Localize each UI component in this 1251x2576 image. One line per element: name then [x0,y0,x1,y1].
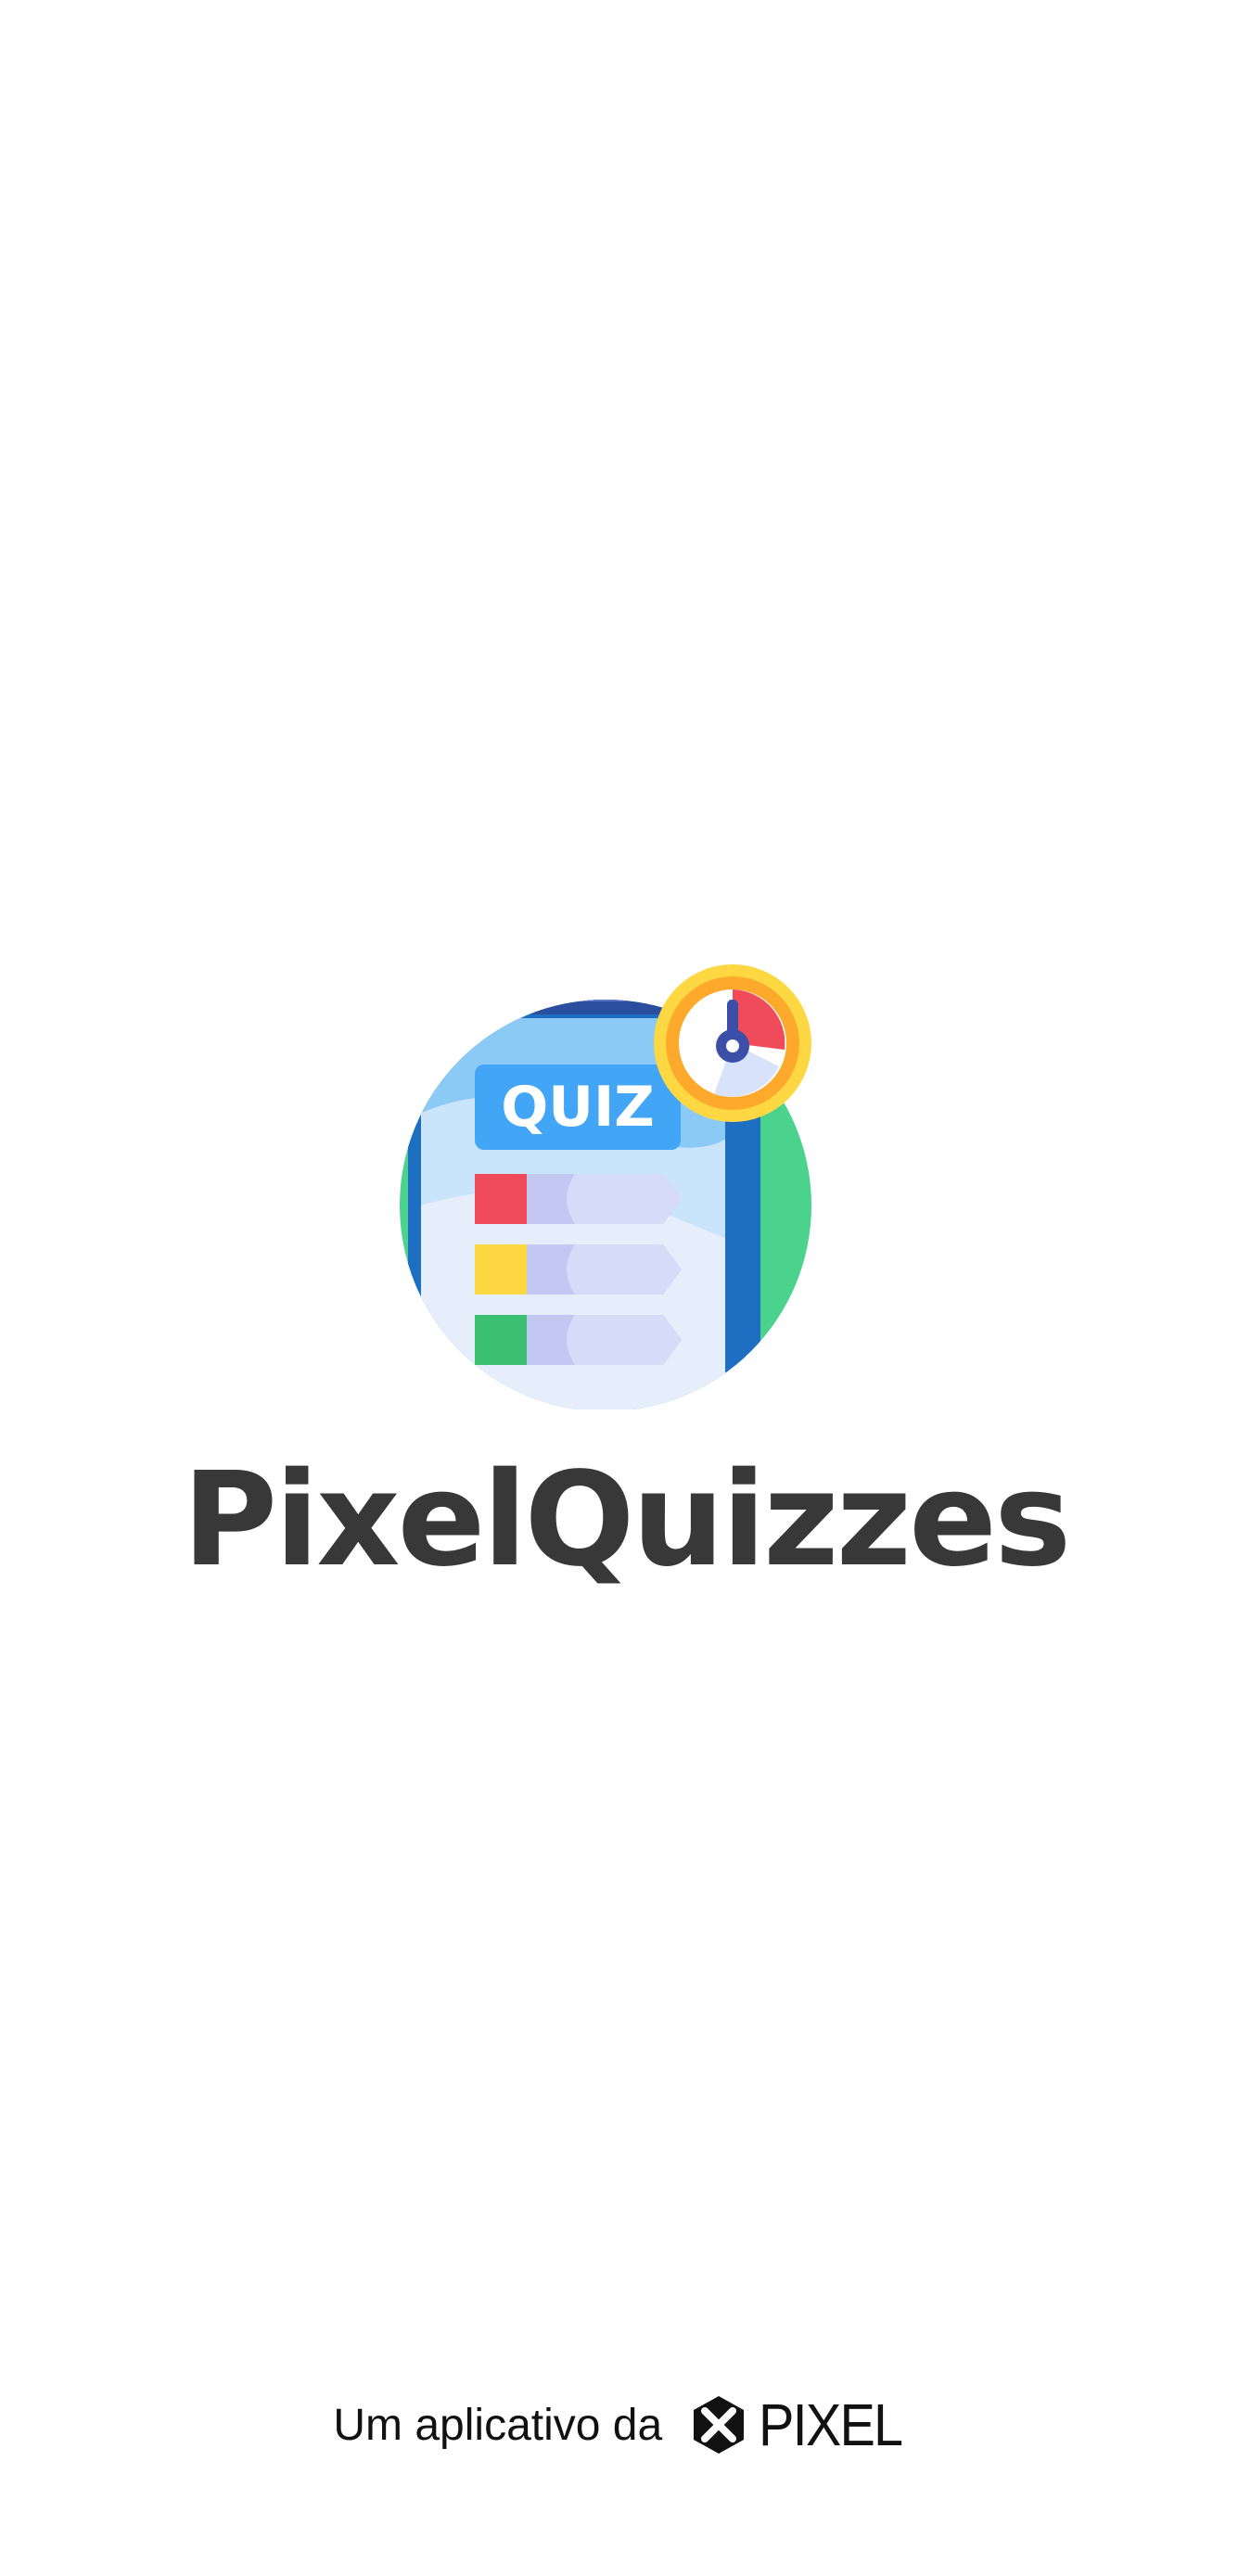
footer-caption: Um aplicativo da [333,2400,663,2450]
app-logo: QUIZ [399,964,844,1409]
pixel-brand-name: PIXEL [759,2391,903,2458]
pixel-brand: PIXEL [688,2391,917,2459]
quiz-stopwatch-icon: QUIZ [400,964,811,1409]
app-title: PixelQuizzes [182,1445,1072,1596]
footer-credit: Um aplicativo da PIXEL [0,2374,1251,2476]
pixel-brand-icon [688,2394,749,2455]
splash-screen: QUIZ PixelQuizzes Um aplicativo da PIXEL [0,0,1251,2576]
quiz-badge-text: QUIZ [501,1075,655,1140]
